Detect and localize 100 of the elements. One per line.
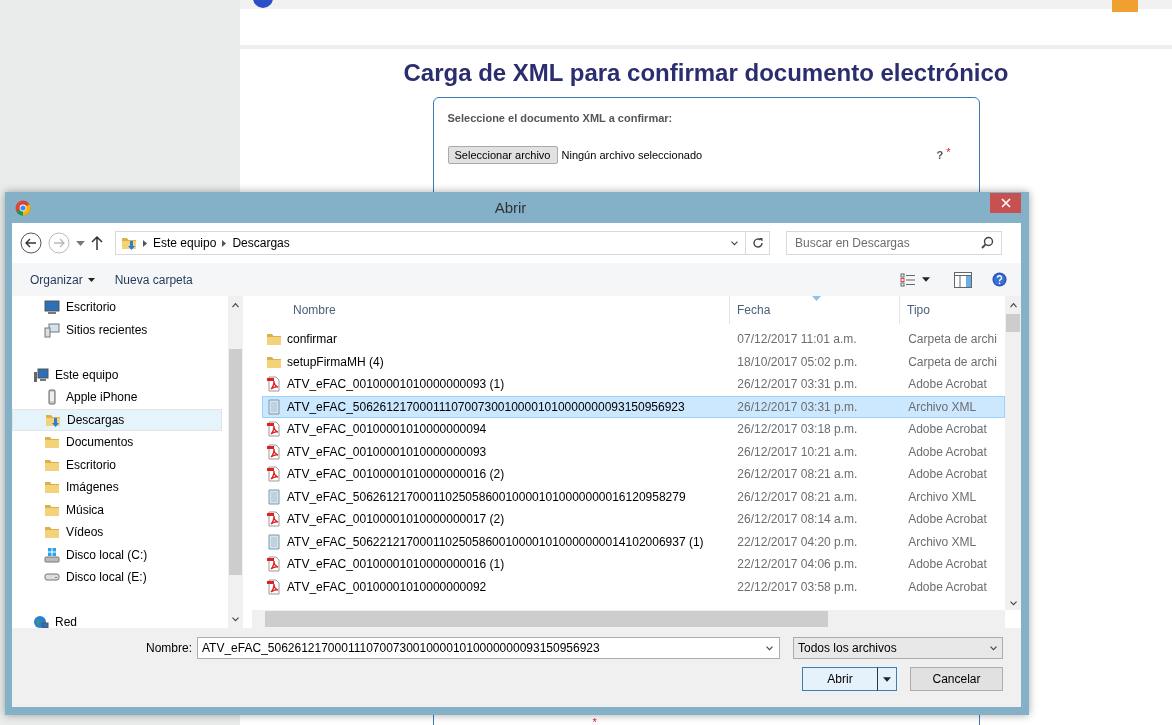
file-type: Adobe Acrobat <box>907 557 988 572</box>
nav-item[interactable]: Documentos <box>12 431 222 454</box>
pdf-icon <box>266 443 282 460</box>
nav-item[interactable]: Vídeos <box>12 521 222 544</box>
nav-item[interactable]: Imágenes <box>12 476 222 499</box>
file-type: Adobe Acrobat <box>907 444 988 459</box>
file-type: Adobe Acrobat <box>907 422 988 437</box>
file-date: 22/12/2017 03:58 p.m. <box>736 579 859 594</box>
file-row[interactable]: ATV_eFAC_00100001010000000093 26/12/2017 10:21 a.m. Adobe Acrobat <box>262 440 1005 463</box>
nav-item[interactable]: Descargas <box>12 408 222 431</box>
file-row[interactable]: ATV_eFAC_50626121700011107007300100001010000000093150956923 26/12/2017 03:31 p.m. Archivo XML <box>262 395 1005 418</box>
file-type: Archivo XML <box>907 534 978 549</box>
monitor-icon <box>44 299 60 316</box>
file-type: Carpeta de archi <box>907 332 998 347</box>
nav-item[interactable]: Sitios recientes <box>12 318 222 341</box>
caret-icon <box>76 240 85 246</box>
file-row[interactable]: ATV_eFAC_00100001010000000094 26/12/2017 03:18 p.m. Adobe Acrobat <box>262 418 1005 441</box>
up-chevron-icon <box>1008 302 1018 308</box>
file-name: ATV_eFAC_00100001010000000016 (2) <box>287 467 505 482</box>
file-date: 26/12/2017 03:31 p.m. <box>736 377 859 392</box>
breadcrumb[interactable]: Este equipo <box>153 236 217 250</box>
pane-icon <box>954 271 972 288</box>
page-title: Carga de XML para confirmar documento electrónico <box>403 59 1009 87</box>
scrollbar-thumb[interactable] <box>1006 314 1020 332</box>
file-date: 26/12/2017 08:14 a.m. <box>736 512 859 527</box>
nav-item[interactable]: Este equipo <box>12 363 222 386</box>
up-button[interactable] <box>91 235 103 251</box>
close-icon <box>1000 198 1011 208</box>
filename-label: Nombre: <box>146 641 192 655</box>
scrollbar[interactable] <box>252 610 1005 628</box>
file-row[interactable]: ATV_eFAC_50622121700011025058600100001010000000014102006937 (1) 22/12/2017 04:20 p.m. Archivo XML <box>262 530 1005 553</box>
open-menu-button[interactable] <box>877 667 897 691</box>
pdf-icon <box>266 511 282 528</box>
file-type-dropdown[interactable]: Todos los archivos <box>793 637 1003 659</box>
file-type: Archivo XML <box>907 489 978 504</box>
chevron-icon <box>765 645 774 651</box>
search-icon <box>981 236 994 249</box>
column-header[interactable]: Tipo <box>900 296 1004 324</box>
file-type: Adobe Acrobat <box>907 377 988 392</box>
cancel-button[interactable]: Cancelar <box>910 667 1003 691</box>
nav-item[interactable]: Disco local (C:) <box>12 543 222 566</box>
folder-icon <box>44 524 60 541</box>
close-button[interactable] <box>990 193 1021 213</box>
nav-item[interactable]: Escritorio <box>12 296 222 319</box>
file-name: confirmar <box>287 332 337 347</box>
computer-icon <box>33 366 49 383</box>
document-icon <box>266 533 282 550</box>
file-row[interactable]: ATV_eFAC_00100001010000000093 (1) 26/12/2017 03:31 p.m. Adobe Acrobat <box>262 373 1005 396</box>
file-row[interactable]: confirmar 07/12/2017 11:01 a.m. Carpeta de archi <box>262 328 1005 351</box>
caret-icon <box>883 676 891 682</box>
view-button[interactable] <box>900 272 930 287</box>
nav-item[interactable]: Disco local (E:) <box>12 566 222 589</box>
help-button[interactable] <box>992 272 1007 287</box>
preview-pane-button[interactable] <box>954 271 972 288</box>
scrollbar-thumb[interactable] <box>229 349 242 575</box>
file-row[interactable]: ATV_eFAC_00100001010000000017 (2) 26/12/2017 08:14 a.m. Adobe Acrobat <box>262 508 1005 531</box>
help-mark[interactable]: ? <box>936 149 944 161</box>
marker-icon <box>1112 0 1138 12</box>
nav-item[interactable]: Escritorio <box>12 453 222 476</box>
drive-icon <box>44 573 60 582</box>
organize-menu[interactable]: Organizar <box>30 272 95 287</box>
file-row[interactable]: ATV_eFAC_00100001010000000092 22/12/2017 03:58 p.m. Adobe Acrobat <box>262 575 1005 598</box>
up-arrow-icon <box>91 235 103 251</box>
nav-item[interactable]: Música <box>12 498 222 521</box>
file-row[interactable]: ATV_eFAC_00100001010000000016 (2) 26/12/2017 08:21 a.m. Adobe Acrobat <box>262 463 1005 486</box>
file-row[interactable]: setupFirmaMH (4) 18/10/2017 05:02 p.m. Carpeta de archi <box>262 350 1005 373</box>
pdf-icon <box>266 376 282 393</box>
file-date: 26/12/2017 08:21 a.m. <box>736 489 859 504</box>
search-field[interactable]: Buscar en Descargas <box>786 231 1002 255</box>
breadcrumb[interactable]: Descargas <box>232 236 290 250</box>
file-date: 26/12/2017 03:18 p.m. <box>736 422 859 437</box>
address-bar[interactable]: Este equipo Descargas <box>115 231 770 255</box>
column-header[interactable]: Fecha <box>730 296 900 324</box>
file-name: ATV_eFAC_00100001010000000093 (1) <box>287 377 505 392</box>
sort-arrow-icon <box>812 296 821 301</box>
file-name: ATV_eFAC_00100001010000000092 <box>287 579 487 594</box>
open-button[interactable]: Abrir <box>802 667 877 691</box>
file-name: ATV_eFAC_00100001010000000017 (2) <box>287 512 505 527</box>
back-button[interactable] <box>20 232 42 254</box>
column-header[interactable]: Nombre <box>248 296 730 324</box>
history-button[interactable] <box>76 240 85 246</box>
scrollbar[interactable] <box>1005 296 1021 610</box>
scrollbar[interactable] <box>228 296 243 628</box>
dialog-title: Abrir <box>493 198 528 216</box>
file-name: ATV_eFAC_50622121700011025058600100001010000000014102006937 (1) <box>287 534 704 549</box>
file-name: ATV_eFAC_00100001010000000094 <box>287 422 487 437</box>
nav-item[interactable]: Apple iPhone <box>12 386 222 409</box>
caret-icon <box>922 277 930 282</box>
file-row[interactable]: ATV_eFAC_00100001010000000016 (1) 22/12/2017 04:06 p.m. Adobe Acrobat <box>262 553 1005 576</box>
file-row[interactable]: ATV_eFAC_50626121700011025058600100001010000000016120958279 26/12/2017 08:21 a.m. Archivo XML <box>262 485 1005 508</box>
scrollbar-thumb[interactable] <box>265 611 828 627</box>
new-folder-button[interactable]: Nueva carpeta <box>114 272 193 287</box>
file-type: Adobe Acrobat <box>907 467 988 482</box>
pdf-icon <box>266 578 282 595</box>
file-date: 26/12/2017 10:21 a.m. <box>736 444 859 459</box>
file-button[interactable]: Seleccionar archivo <box>447 146 558 164</box>
filename-field[interactable]: ATV_eFAC_50626121700011107007300100001010000000093150956923 <box>197 637 780 659</box>
down-chevron-icon <box>231 616 240 622</box>
file-status: Ningún archivo seleccionado <box>561 149 703 161</box>
down-chevron-icon <box>1008 600 1018 606</box>
